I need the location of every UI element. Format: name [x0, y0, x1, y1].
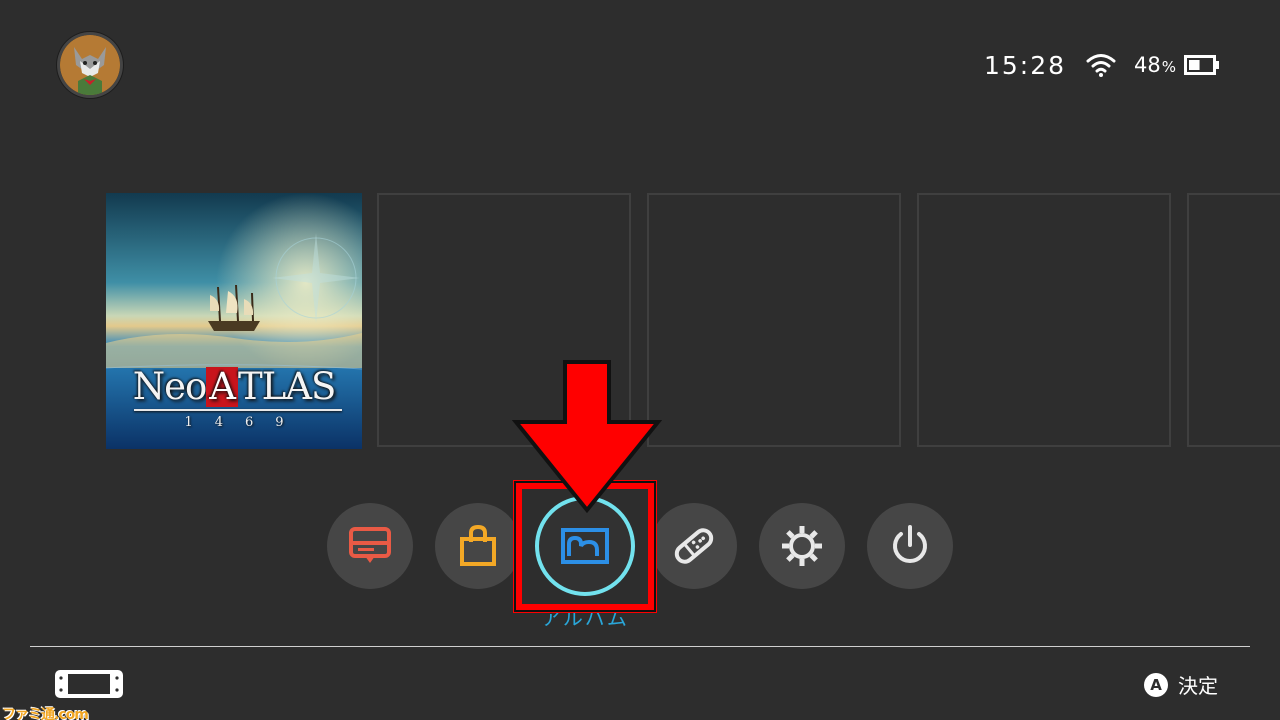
news-button[interactable]: [327, 503, 413, 589]
a-button-icon: A: [1144, 672, 1168, 697]
game-logo-rule: [134, 409, 342, 411]
power-icon: [893, 525, 927, 563]
settings-button[interactable]: [759, 503, 845, 589]
console-icon: [55, 670, 123, 698]
footer-action-hint: A 決定: [1144, 670, 1218, 699]
clock: 15:28: [983, 50, 1066, 80]
wifi-icon: [1086, 54, 1116, 77]
famitsu-watermark: ファミ通.com: [2, 707, 89, 720]
user-avatar[interactable]: [60, 35, 120, 95]
home-screen: 15:28 48% NeoATLAS 1469 アルバム A 決定 ファミ通.c…: [0, 0, 1280, 720]
battery-icon: [1184, 55, 1219, 75]
annotation-arrow-icon: [512, 360, 662, 514]
empty-tile[interactable]: [917, 193, 1171, 447]
empty-tile[interactable]: [647, 193, 901, 447]
game-logo-tlas: TLAS: [237, 365, 336, 408]
battery-percent-unit: %: [1161, 58, 1176, 76]
controllers-button[interactable]: [651, 503, 737, 589]
fox-avatar-icon: [60, 35, 120, 95]
shop-button[interactable]: [435, 503, 521, 589]
sleep-button[interactable]: [867, 503, 953, 589]
controller-icon: [674, 528, 714, 564]
battery-percent: 48%: [1134, 53, 1176, 77]
news-icon: [349, 527, 391, 563]
gear-icon: [782, 526, 822, 566]
game-logo-boxed-letter: A: [206, 367, 238, 407]
shop-bag-icon: [460, 524, 496, 566]
game-tile-row: NeoATLAS 1469: [106, 193, 1280, 451]
footer-divider: [30, 646, 1250, 647]
game-logo-neo: Neo: [132, 365, 208, 408]
empty-tile[interactable]: [1187, 193, 1280, 447]
game-tile-neo-atlas[interactable]: NeoATLAS 1469: [106, 193, 362, 449]
confirm-label: 決定: [1178, 674, 1218, 698]
game-logo: NeoATLAS: [106, 365, 362, 408]
battery-percent-value: 48: [1134, 53, 1161, 77]
game-logo-year: 1469: [184, 415, 306, 430]
status-bar: 15:28 48%: [984, 48, 1220, 82]
